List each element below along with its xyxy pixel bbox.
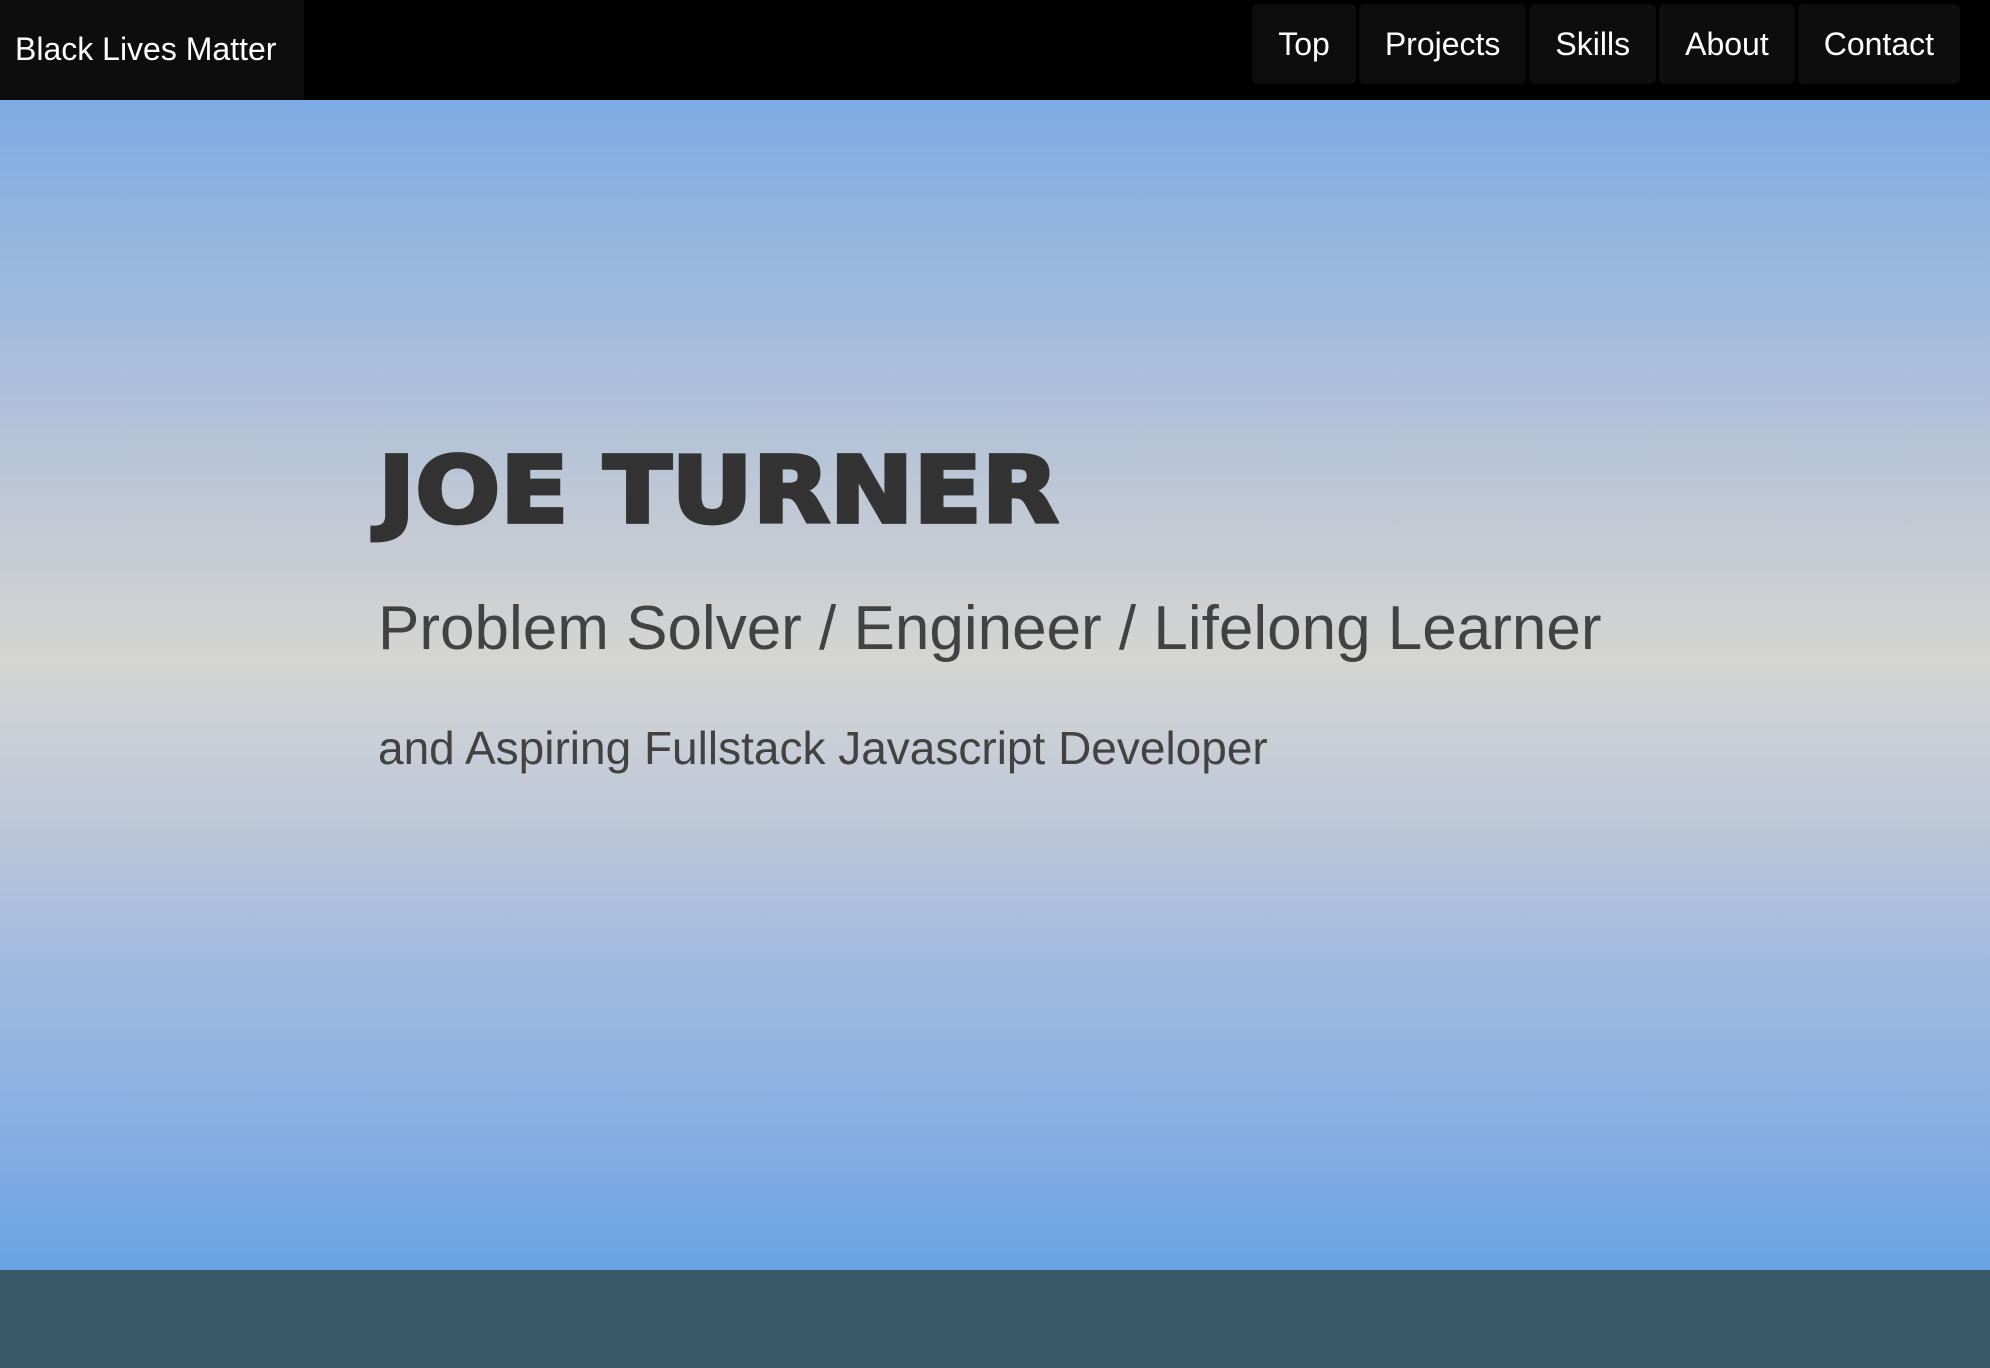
nav-link-about[interactable]: About (1659, 4, 1795, 84)
nav-link-skills[interactable]: Skills (1529, 4, 1657, 84)
hero-tagline: Problem Solver / Engineer / Lifelong Lea… (378, 594, 1602, 663)
nav-link-top[interactable]: Top (1252, 4, 1356, 84)
next-section-band (0, 1270, 1990, 1368)
navbar: Black Lives Matter Top Projects Skills A… (0, 0, 1990, 100)
hero-subtitle: and Aspiring Fullstack Javascript Develo… (378, 722, 1268, 774)
nav-links: Top Projects Skills About Contact (1252, 4, 1960, 84)
hero-section: JOE TURNER Problem Solver / Engineer / L… (0, 100, 1990, 1270)
hero-name: JOE TURNER (376, 436, 1061, 544)
nav-link-projects[interactable]: Projects (1358, 4, 1527, 84)
hero-content: JOE TURNER Problem Solver / Engineer / L… (376, 436, 1602, 774)
nav-link-contact[interactable]: Contact (1797, 4, 1960, 84)
brand-link[interactable]: Black Lives Matter (0, 0, 304, 100)
